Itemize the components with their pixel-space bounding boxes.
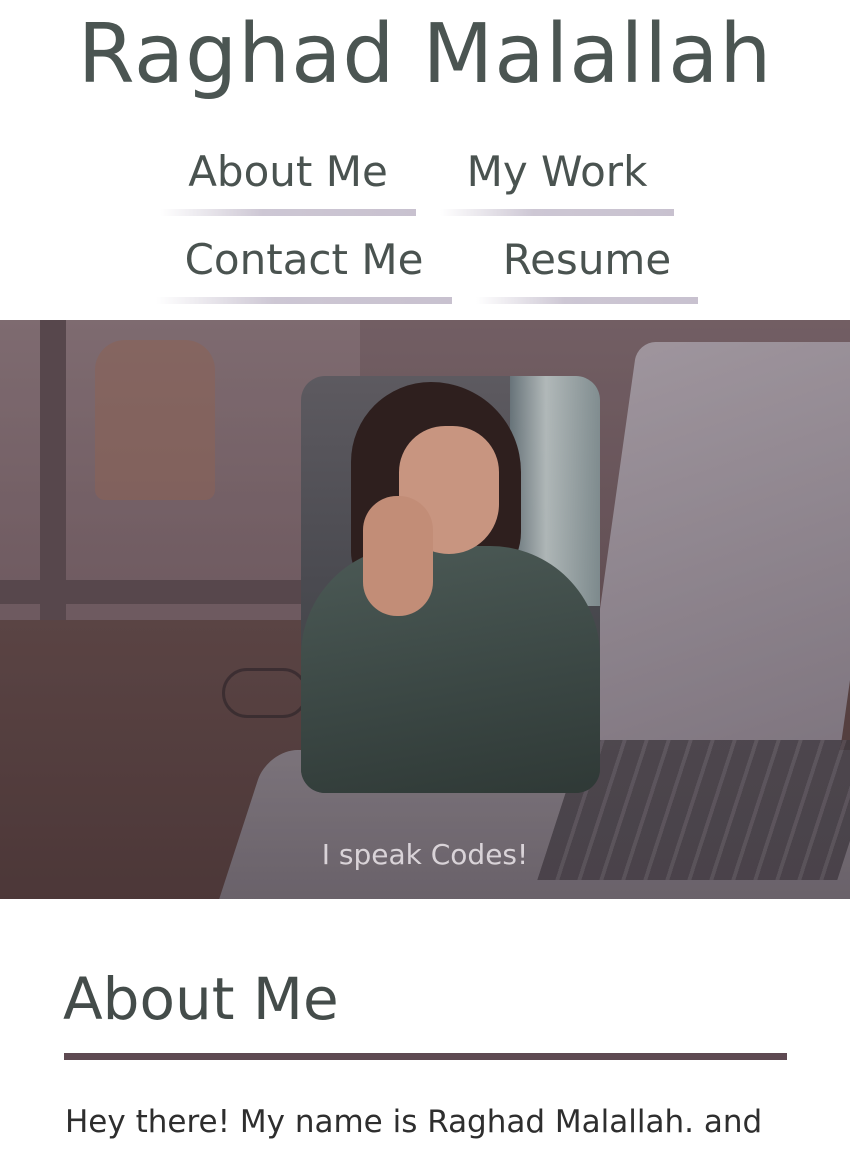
photo-jacket <box>301 546 600 793</box>
main-nav: About Me My Work Contact Me Resume <box>0 106 850 320</box>
site-title: Raghad Malallah <box>77 7 773 102</box>
photo-hand <box>363 496 433 616</box>
about-divider <box>64 1053 787 1060</box>
nav-my-work[interactable]: My Work <box>440 142 674 216</box>
about-intro-text: Hey there! My name is Raghad Malallah. a… <box>65 1104 763 1140</box>
about-heading: About Me <box>63 965 339 1033</box>
hero-tagline: I speak Codes! <box>321 838 529 871</box>
nav-contact-me[interactable]: Contact Me <box>156 230 452 304</box>
site-header: Raghad Malallah <box>0 0 850 106</box>
profile-photo <box>301 376 600 793</box>
nav-about-me[interactable]: About Me <box>160 142 416 216</box>
nav-resume[interactable]: Resume <box>476 230 698 304</box>
hero-banner: I speak Codes! <box>0 320 850 899</box>
